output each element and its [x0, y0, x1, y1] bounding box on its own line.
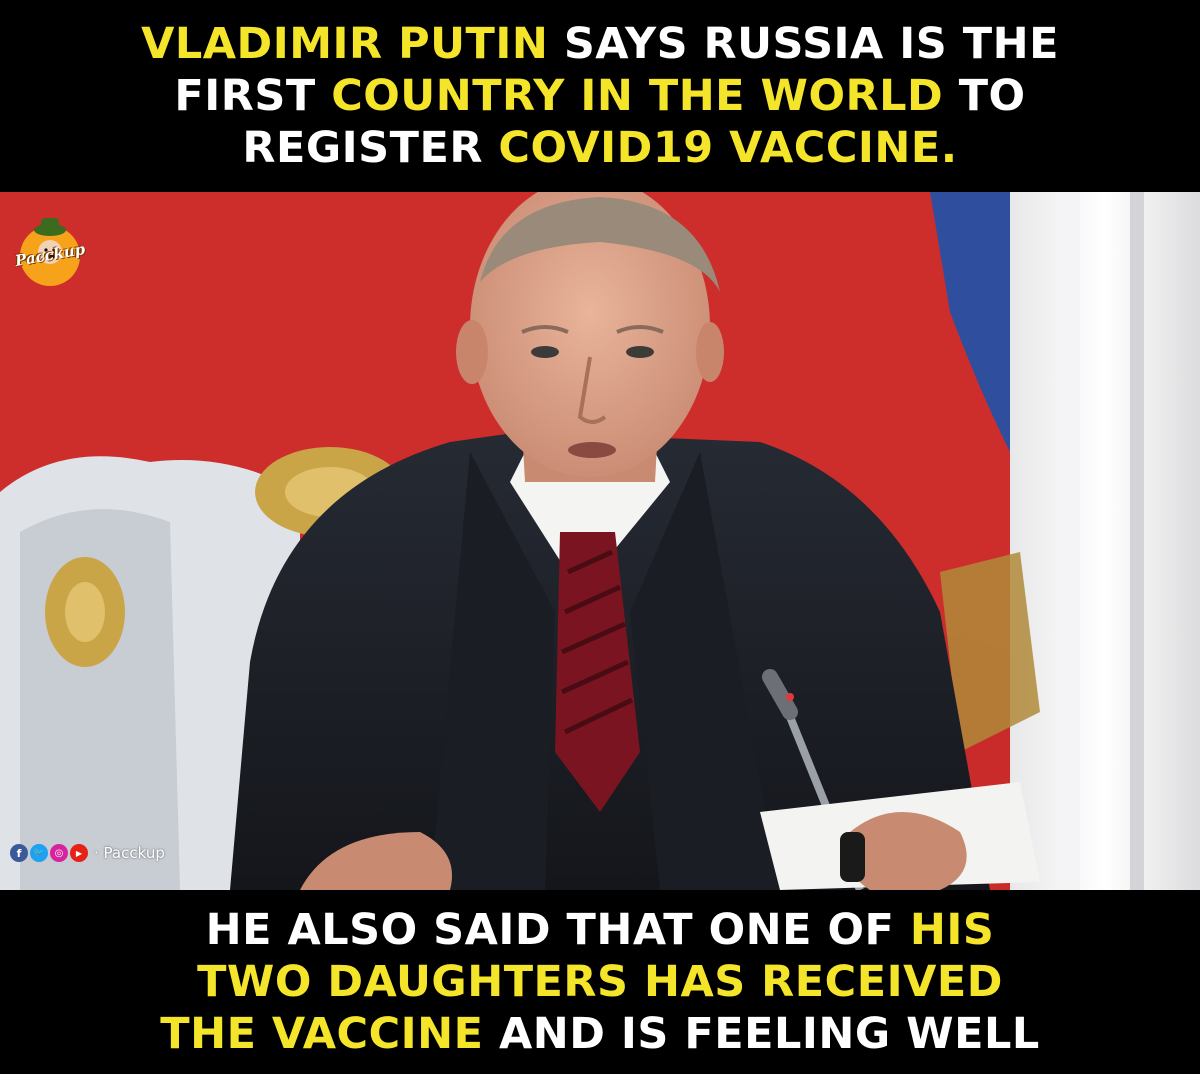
bottom-caption-line-1: HE ALSO SAID THAT ONE OF HIS: [206, 904, 995, 956]
caption-text: SAYS RUSSIA IS THE: [548, 19, 1059, 69]
caption-text: TO: [943, 71, 1026, 121]
caption-highlight: COUNTRY IN THE WORLD: [331, 71, 944, 121]
white-column: [1010, 192, 1200, 890]
bottom-caption-banner: HE ALSO SAID THAT ONE OF HIS TWO DAUGHTE…: [0, 890, 1200, 1074]
top-caption-line-2: FIRST COUNTRY IN THE WORLD TO: [174, 70, 1025, 122]
twitter-icon: 🐦: [30, 844, 48, 862]
caption-highlight: THE VACCINE: [160, 1009, 484, 1059]
caption-highlight: COVID19 VACCINE.: [498, 123, 958, 173]
caption-text: REGISTER: [242, 123, 499, 173]
top-caption-banner: VLADIMIR PUTIN SAYS RUSSIA IS THE FIRST …: [0, 0, 1200, 192]
bottom-caption-line-3: THE VACCINE AND IS FEELING WELL: [160, 1008, 1040, 1060]
caption-text: AND IS FEELING WELL: [483, 1009, 1040, 1059]
social-handle-text: · Pacckup: [94, 844, 165, 862]
social-handles: f 🐦 ◎ ▶ · Pacckup: [10, 843, 165, 863]
facebook-icon: f: [10, 844, 28, 862]
bottom-caption-line-2: TWO DAUGHTERS HAS RECEIVED: [197, 956, 1003, 1008]
caption-highlight: VLADIMIR PUTIN: [141, 19, 549, 69]
top-caption-line-3: REGISTER COVID19 VACCINE.: [242, 122, 957, 174]
news-photo: [0, 192, 1200, 890]
caption-text: FIRST: [174, 71, 332, 121]
youtube-icon: ▶: [70, 844, 88, 862]
instagram-icon: ◎: [50, 844, 68, 862]
caption-highlight: HIS: [909, 905, 995, 955]
meme-frame: VLADIMIR PUTIN SAYS RUSSIA IS THE FIRST …: [0, 0, 1200, 1074]
top-caption-line-1: VLADIMIR PUTIN SAYS RUSSIA IS THE: [141, 18, 1059, 70]
caption-text: HE ALSO SAID THAT ONE OF: [205, 905, 910, 955]
photo-illustration: [0, 192, 1200, 890]
caption-highlight: TWO DAUGHTERS HAS RECEIVED: [197, 957, 1003, 1007]
